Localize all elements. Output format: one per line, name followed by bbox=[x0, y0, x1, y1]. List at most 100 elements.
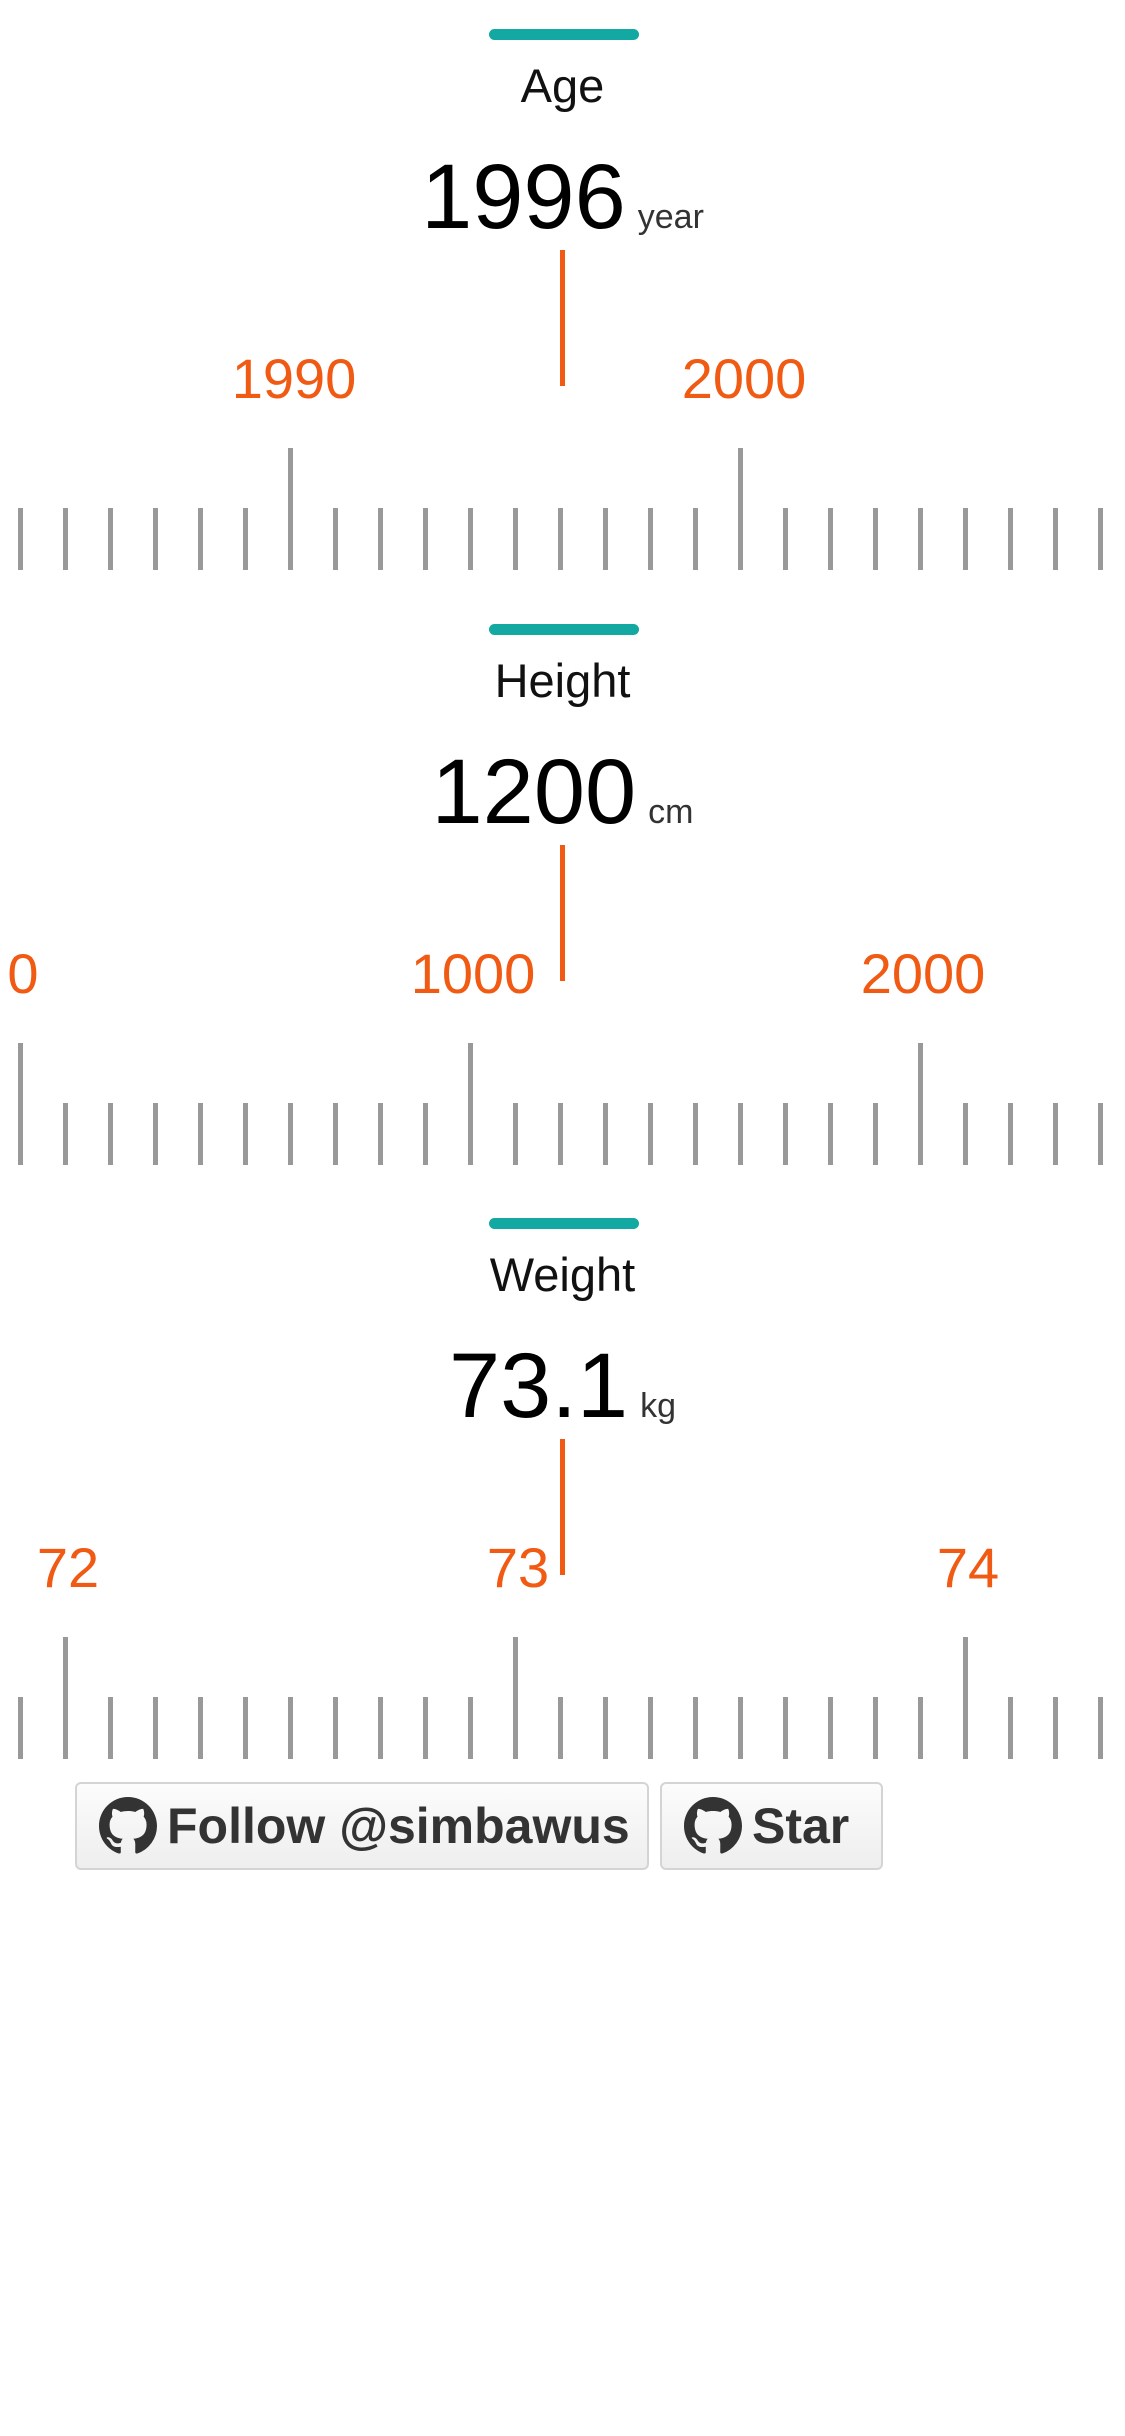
star-button-label: Star bbox=[752, 1798, 850, 1854]
height-tick-label: 2000 bbox=[860, 942, 986, 1005]
weight-value: 73.1 bbox=[449, 1335, 629, 1437]
minor-tick bbox=[918, 508, 923, 570]
minor-tick bbox=[1053, 508, 1058, 570]
minor-tick bbox=[873, 1103, 878, 1165]
height-title: Height bbox=[494, 654, 631, 707]
minor-tick bbox=[1008, 1103, 1013, 1165]
weight-tick-label: 74 bbox=[936, 1536, 1000, 1599]
age-picker: Age 1996 year 1990 2000 bbox=[0, 0, 1125, 596]
minor-tick bbox=[423, 1697, 428, 1759]
minor-tick bbox=[423, 508, 428, 570]
github-icon bbox=[99, 1797, 157, 1854]
weight-pointer bbox=[560, 1439, 565, 1575]
height-ruler[interactable]: 0 1000 2000 bbox=[0, 845, 1125, 1165]
minor-tick bbox=[108, 1697, 113, 1759]
age-pointer bbox=[560, 250, 565, 386]
weight-tick-label: 72 bbox=[36, 1536, 100, 1599]
minor-tick bbox=[873, 508, 878, 570]
weight-ruler[interactable]: 72 73 74 bbox=[0, 1439, 1125, 1759]
minor-tick bbox=[108, 1103, 113, 1165]
major-tick bbox=[18, 1043, 23, 1165]
minor-tick bbox=[783, 508, 788, 570]
minor-tick bbox=[738, 1697, 743, 1759]
star-button[interactable]: Star bbox=[660, 1782, 883, 1870]
minor-tick bbox=[558, 508, 563, 570]
minor-tick bbox=[288, 1103, 293, 1165]
accent-bar bbox=[489, 1218, 639, 1229]
minor-tick bbox=[558, 1697, 563, 1759]
major-tick bbox=[288, 448, 293, 570]
age-value: 1996 bbox=[421, 146, 626, 248]
minor-tick bbox=[693, 508, 698, 570]
minor-tick bbox=[153, 508, 158, 570]
age-ruler[interactable]: 1990 2000 bbox=[0, 250, 1125, 570]
minor-tick bbox=[513, 1103, 518, 1165]
minor-tick bbox=[828, 508, 833, 570]
minor-tick bbox=[693, 1697, 698, 1759]
minor-tick bbox=[918, 1697, 923, 1759]
minor-tick bbox=[243, 1103, 248, 1165]
height-pointer bbox=[560, 845, 565, 981]
minor-tick bbox=[783, 1103, 788, 1165]
follow-button-label: Follow @simbawus bbox=[167, 1798, 630, 1854]
major-tick bbox=[468, 1043, 473, 1165]
minor-tick bbox=[783, 1697, 788, 1759]
minor-tick bbox=[378, 1697, 383, 1759]
minor-tick bbox=[693, 1103, 698, 1165]
minor-tick bbox=[63, 1103, 68, 1165]
minor-tick bbox=[1053, 1103, 1058, 1165]
minor-tick bbox=[1098, 508, 1103, 570]
age-tick-label: 1990 bbox=[231, 347, 357, 410]
minor-tick bbox=[288, 1697, 293, 1759]
minor-tick bbox=[963, 1103, 968, 1165]
minor-tick bbox=[603, 508, 608, 570]
minor-tick bbox=[18, 508, 23, 570]
minor-tick bbox=[63, 508, 68, 570]
minor-tick bbox=[1053, 1697, 1058, 1759]
minor-tick bbox=[468, 1697, 473, 1759]
minor-tick bbox=[1008, 1697, 1013, 1759]
major-tick bbox=[963, 1637, 968, 1759]
major-tick bbox=[918, 1043, 923, 1165]
age-title: Age bbox=[520, 59, 605, 112]
minor-tick bbox=[603, 1103, 608, 1165]
minor-tick bbox=[153, 1103, 158, 1165]
minor-tick bbox=[333, 1103, 338, 1165]
minor-tick bbox=[198, 508, 203, 570]
minor-tick bbox=[468, 508, 473, 570]
follow-button[interactable]: Follow @simbawus bbox=[75, 1782, 649, 1870]
height-tick-label: 0 bbox=[7, 942, 39, 1005]
minor-tick bbox=[423, 1103, 428, 1165]
height-value: 1200 bbox=[431, 741, 637, 843]
weight-unit: kg bbox=[640, 1387, 676, 1425]
accent-bar bbox=[489, 624, 639, 635]
minor-tick bbox=[378, 508, 383, 570]
minor-tick bbox=[648, 508, 653, 570]
minor-tick bbox=[198, 1103, 203, 1165]
weight-picker: Weight 73.1 kg 72 73 74 bbox=[0, 1189, 1125, 1785]
minor-tick bbox=[828, 1697, 833, 1759]
github-icon bbox=[684, 1797, 742, 1854]
minor-tick bbox=[108, 508, 113, 570]
weight-tick-label: 73 bbox=[486, 1536, 550, 1599]
minor-tick bbox=[243, 508, 248, 570]
minor-tick bbox=[198, 1697, 203, 1759]
minor-tick bbox=[153, 1697, 158, 1759]
major-tick bbox=[738, 448, 743, 570]
minor-tick bbox=[648, 1103, 653, 1165]
minor-tick bbox=[243, 1697, 248, 1759]
height-picker: Height 1200 cm 0 1000 2000 bbox=[0, 595, 1125, 1191]
minor-tick bbox=[378, 1103, 383, 1165]
minor-tick bbox=[1098, 1697, 1103, 1759]
minor-tick bbox=[828, 1103, 833, 1165]
major-tick bbox=[513, 1637, 518, 1759]
minor-tick bbox=[963, 508, 968, 570]
weight-title: Weight bbox=[489, 1248, 636, 1301]
accent-bar bbox=[489, 29, 639, 40]
age-tick-label: 2000 bbox=[681, 347, 807, 410]
minor-tick bbox=[18, 1697, 23, 1759]
minor-tick bbox=[333, 1697, 338, 1759]
minor-tick bbox=[513, 508, 518, 570]
minor-tick bbox=[648, 1697, 653, 1759]
major-tick bbox=[63, 1637, 68, 1759]
